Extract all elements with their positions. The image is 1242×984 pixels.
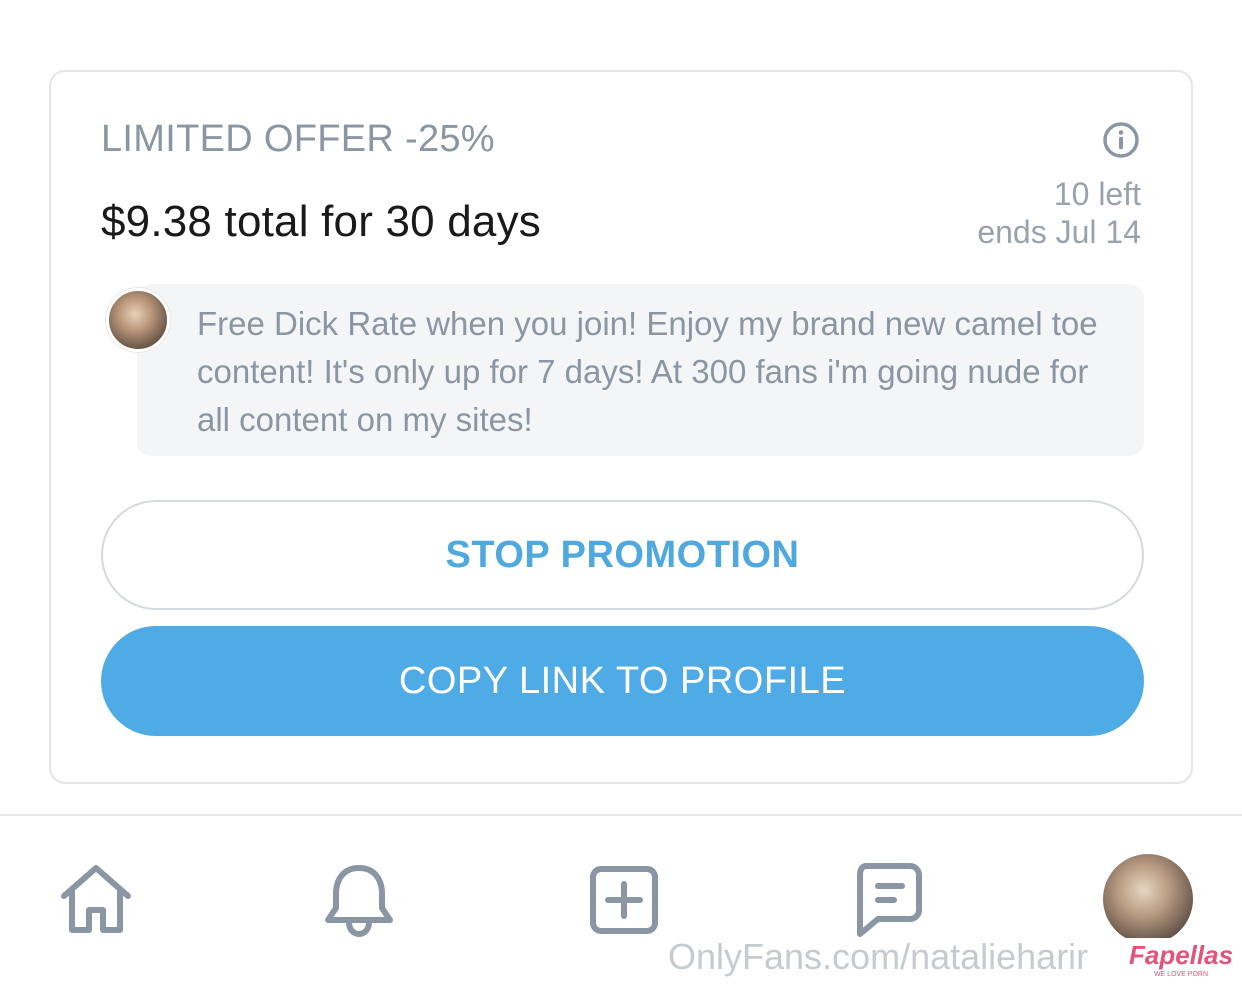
offer-message: Free Dick Rate when you join! Enjoy my b…	[137, 284, 1144, 456]
offer-remaining: 10 left	[1053, 176, 1141, 212]
offer-end-date: ends Jul 14	[977, 214, 1141, 250]
brand-logo: Fapellas	[1126, 938, 1237, 972]
brand-tagline: WE LOVE PORN	[1128, 970, 1234, 980]
bell-icon	[325, 865, 393, 938]
nav-add-post[interactable]	[582, 858, 666, 942]
nav-home[interactable]	[54, 858, 138, 942]
watermark-url: OnlyFans.com/natalieharir	[668, 936, 1089, 977]
nav-profile-avatar[interactable]	[1103, 854, 1193, 944]
stop-promotion-button[interactable]: STOP PROMOTION	[101, 500, 1144, 610]
creator-avatar	[106, 288, 170, 352]
nav-notifications[interactable]	[317, 858, 401, 942]
offer-price: $9.38 total for 30 days	[101, 197, 542, 246]
nav-messages[interactable]	[846, 858, 930, 942]
copy-link-button[interactable]: COPY LINK TO PROFILE	[101, 626, 1144, 736]
promotion-card: LIMITED OFFER -25% $9.38 total for 30 da…	[49, 70, 1193, 784]
offer-meta: 10 left ends Jul 14	[977, 175, 1141, 251]
messages-icon	[857, 863, 922, 937]
add-post-icon	[590, 866, 658, 934]
nav-divider	[0, 814, 1242, 816]
home-icon	[61, 865, 131, 933]
offer-title: LIMITED OFFER -25%	[101, 118, 495, 160]
info-icon[interactable]	[1101, 120, 1141, 160]
